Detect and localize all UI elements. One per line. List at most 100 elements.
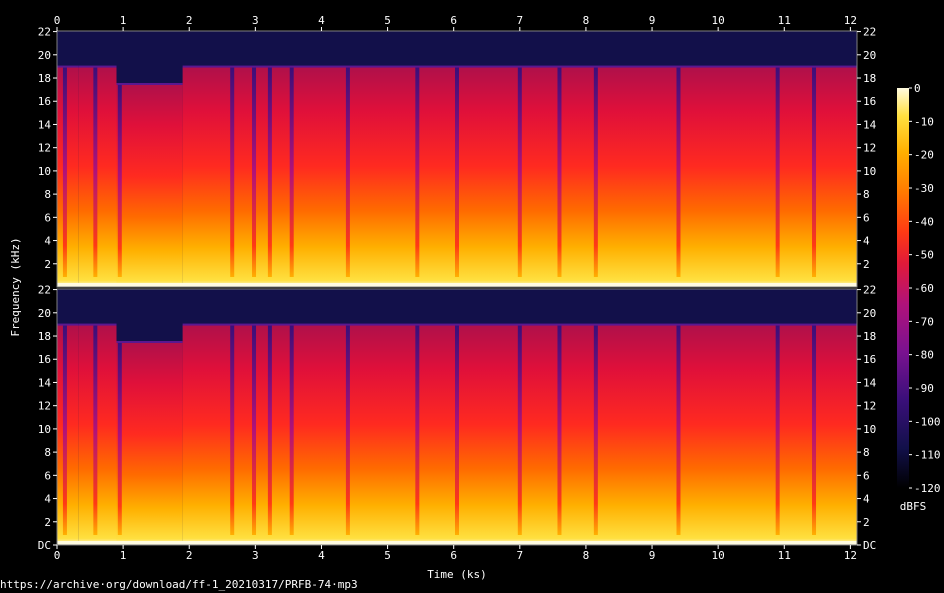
x-tick-label-bottom: 9 xyxy=(649,549,656,562)
quiet-gap xyxy=(593,325,598,535)
y-tick-label-right: DC xyxy=(863,539,876,552)
x-tick-label-top: 7 xyxy=(516,14,523,27)
quiet-gap xyxy=(252,67,257,277)
x-tick-label-top: 1 xyxy=(120,14,127,27)
spectral-energy-segment xyxy=(78,325,117,545)
y-tick-label-left: 22 xyxy=(38,26,51,39)
y-tick-label-right: 4 xyxy=(863,493,870,506)
quiet-gap xyxy=(517,67,522,277)
quiet-gap xyxy=(93,325,98,535)
y-tick-label-left: 18 xyxy=(38,330,51,343)
colorbar-tick-label: -70 xyxy=(914,315,934,328)
y-tick-label-left: 2 xyxy=(44,258,51,271)
quiet-gap xyxy=(252,325,257,535)
colorbar-tick-label: -60 xyxy=(914,282,934,295)
y-tick-label-left: 20 xyxy=(38,307,51,320)
colorbar-label: dBFS xyxy=(900,500,927,513)
y-tick-label-right: 6 xyxy=(863,469,870,482)
spectrogram-chart: 00112233445566778899101011111212 2 24 46 68… xyxy=(9,14,941,581)
y-tick-label-left: 14 xyxy=(38,118,52,131)
x-tick-label-bottom: 10 xyxy=(712,549,725,562)
spectral-energy-segment xyxy=(116,84,183,288)
y-tick-label-left: 12 xyxy=(38,142,51,155)
spectral-energy-segment xyxy=(78,67,117,287)
quiet-gap xyxy=(557,67,562,277)
x-tick-label-bottom: 1 xyxy=(120,549,127,562)
colorbar-tick-label: 0 xyxy=(914,82,921,95)
colorbar-tick-label: -20 xyxy=(914,149,934,162)
quiet-gap xyxy=(415,67,420,277)
y-tick-label-left: 10 xyxy=(38,423,51,436)
quiet-gap xyxy=(117,84,122,278)
colorbar-tick-label: -100 xyxy=(914,415,941,428)
quiet-gap xyxy=(267,67,272,277)
y-tick-label-left: 10 xyxy=(38,165,51,178)
y-tick-label-right: 20 xyxy=(863,307,876,320)
quiet-gap xyxy=(117,342,122,535)
y-tick-label-right: 6 xyxy=(863,211,870,224)
spectral-energy-segment xyxy=(57,67,79,287)
y-tick-label-right: 14 xyxy=(863,376,877,389)
y-tick-label-right: 8 xyxy=(863,446,870,459)
x-tick-label-bottom: 3 xyxy=(252,549,259,562)
quiet-gap xyxy=(289,67,294,277)
x-tick-label-bottom: 11 xyxy=(778,549,791,562)
quiet-gap xyxy=(593,67,598,277)
y-tick-label-right: 2 xyxy=(863,258,870,271)
colorbar-tick-label: -40 xyxy=(914,215,934,228)
dc-band xyxy=(57,283,857,287)
quiet-gap xyxy=(775,67,780,277)
y-tick-label-left: 4 xyxy=(44,493,51,506)
x-tick-label-bottom: 7 xyxy=(516,549,523,562)
quiet-gap xyxy=(289,325,294,535)
y-tick-label-left: 14 xyxy=(38,376,52,389)
quiet-gap xyxy=(812,325,817,535)
x-tick-label-bottom: 12 xyxy=(844,549,857,562)
quiet-gap xyxy=(812,67,817,277)
y-tick-label-right: 22 xyxy=(863,26,876,39)
quiet-gap xyxy=(676,67,681,277)
quiet-gap xyxy=(267,325,272,535)
colorbar-tick-label: -80 xyxy=(914,349,934,362)
y-tick-label-right: 20 xyxy=(863,49,876,62)
y-tick-label-right: 10 xyxy=(863,423,876,436)
x-tick-label-top: 11 xyxy=(778,14,791,27)
quiet-gap xyxy=(93,67,98,277)
quiet-gap xyxy=(557,325,562,535)
x-tick-label-bottom: 6 xyxy=(450,549,457,562)
y-tick-label-right: 16 xyxy=(863,95,876,108)
colorbar-tick-label: -90 xyxy=(914,382,934,395)
quiet-gap xyxy=(775,325,780,535)
channel-panel-1 xyxy=(56,30,858,288)
y-tick-label-left: 8 xyxy=(44,446,51,459)
y-tick-label-left: 6 xyxy=(44,211,51,224)
colorbar-tick-label: -10 xyxy=(914,115,934,128)
x-tick-label-top: 10 xyxy=(712,14,725,27)
colorbar-gradient xyxy=(897,88,909,488)
x-tick-label-top: 3 xyxy=(252,14,259,27)
y-tick-label-right: 18 xyxy=(863,72,876,85)
y-tick-label-right: 14 xyxy=(863,118,877,131)
quiet-gap xyxy=(455,325,459,535)
y-axis-label: Frequency (kHz) xyxy=(9,237,22,336)
quiet-gap xyxy=(415,325,420,535)
channel-panel-2 xyxy=(56,288,858,546)
quiet-gap xyxy=(230,325,235,535)
quiet-gap xyxy=(230,67,235,277)
y-tick-label-left: 16 xyxy=(38,353,51,366)
x-tick-label-top: 5 xyxy=(384,14,391,27)
x-tick-label-bottom: 2 xyxy=(186,549,193,562)
y-tick-label-left: 20 xyxy=(38,49,51,62)
quiet-gap xyxy=(62,325,67,535)
spectral-energy-segment xyxy=(116,342,183,545)
colorbar-tick-label: -50 xyxy=(914,249,934,262)
x-tick-label-top: 0 xyxy=(54,14,61,27)
x-tick-label-bottom: 4 xyxy=(318,549,325,562)
y-tick-label-right: 16 xyxy=(863,353,876,366)
quiet-gap xyxy=(517,325,522,535)
colorbar-tick-label: -110 xyxy=(914,449,941,462)
x-tick-label-top: 2 xyxy=(186,14,193,27)
quiet-gap xyxy=(62,67,67,277)
y-tick-label-right: 2 xyxy=(863,516,870,529)
x-tick-label-top: 4 xyxy=(318,14,325,27)
